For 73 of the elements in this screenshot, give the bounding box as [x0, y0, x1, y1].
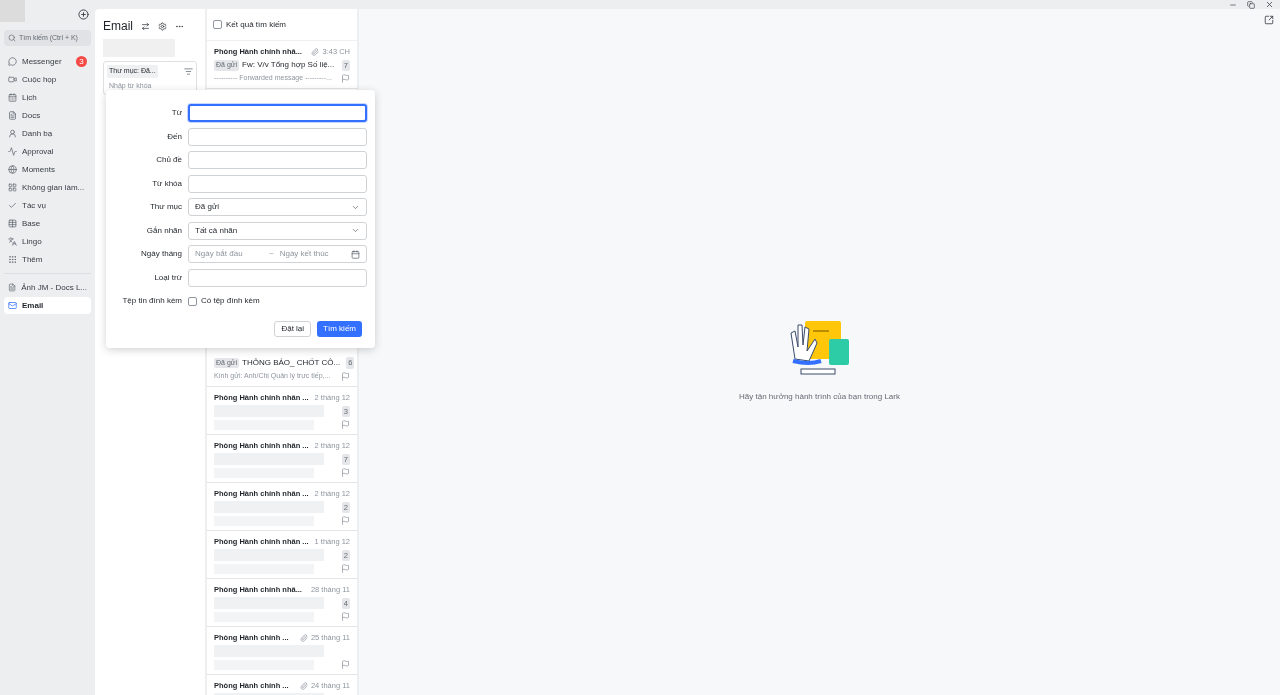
field-label: Gắn nhãn [145, 224, 182, 237]
field-label: Từ [170, 107, 182, 119]
field-label: Loại trừ [153, 271, 182, 284]
sidebar-item[interactable]: Email [4, 297, 91, 314]
flag-icon[interactable] [341, 468, 350, 478]
sidebar-item[interactable]: Moments [4, 161, 91, 178]
field-label: Ngày tháng [140, 248, 182, 260]
filter-icon[interactable] [184, 66, 193, 76]
unread-count: 3 [76, 56, 87, 67]
check-icon [8, 201, 17, 210]
restore-icon[interactable] [1247, 0, 1255, 9]
grid-icon [8, 183, 17, 192]
sidebar-item[interactable]: Messenger 3 [4, 53, 91, 70]
calendar-icon [8, 93, 17, 102]
chat-bubble-icon [8, 57, 17, 66]
checkbox[interactable] [213, 20, 222, 29]
text-field[interactable] [188, 104, 367, 122]
mail-icon [8, 301, 17, 310]
swap-icon[interactable] [141, 21, 150, 31]
dropdown-field[interactable]: Đã gửi [188, 198, 367, 216]
dropdown-field[interactable]: Tất cả nhãn [188, 221, 367, 240]
sidebar-item[interactable]: Ảnh JM - Docs L... [4, 279, 91, 296]
search-icon [8, 34, 16, 42]
message-subject: Fw: V/v Tổng hợp Số liệ... [242, 59, 335, 72]
pulse-icon [8, 147, 17, 156]
field-label: Chủ đề [155, 154, 182, 166]
globe-icon [8, 165, 17, 174]
flag-icon[interactable] [341, 420, 350, 430]
close-icon[interactable] [1265, 0, 1274, 9]
add-icon[interactable] [78, 9, 89, 20]
sidebar-item[interactable]: Lingo [4, 233, 91, 250]
sidebar-item[interactable]: Danh bạ [4, 125, 91, 142]
dots-grid-icon [8, 255, 17, 264]
reset-button[interactable]: Đặt lại [274, 321, 312, 337]
panel-title: Email [103, 18, 133, 35]
paperclip-icon [299, 633, 308, 642]
field-label: Tệp tin đính kèm [121, 295, 182, 307]
document-icon [8, 111, 17, 120]
flag-icon[interactable] [341, 74, 350, 84]
paperclip-icon [299, 681, 308, 690]
calendar-icon [351, 249, 360, 259]
checkbox-label: Kết quả tìm kiếm [226, 18, 287, 31]
sidebar-item[interactable]: Docs [4, 107, 91, 124]
flag-icon[interactable] [341, 372, 350, 381]
waving-hand-illustration [788, 321, 851, 377]
field-label: Thư mục [148, 201, 182, 213]
settings-icon[interactable] [158, 21, 167, 31]
sidebar-item[interactable]: Tác vụ [4, 197, 91, 214]
checkbox-label: Có tệp đính kèm [201, 295, 260, 307]
sidebar-item[interactable]: Base [4, 215, 91, 232]
sidebar-item[interactable]: Approval [4, 143, 91, 160]
sidebar-item[interactable]: Thêm [4, 251, 91, 268]
flag-icon[interactable] [341, 564, 350, 574]
popout-icon[interactable] [1264, 15, 1274, 25]
flag-icon[interactable] [341, 612, 350, 622]
sidebar-item[interactable]: Cuộc họp [4, 71, 91, 88]
field-label: Đến [166, 130, 182, 143]
sidebar-item[interactable]: Lịch [4, 89, 91, 106]
person-icon [8, 129, 17, 138]
chevron-icon [351, 226, 360, 235]
message-subject: THÔNG BÁO_ CHỐT CÔ... [242, 357, 341, 369]
paperclip-icon [311, 47, 320, 56]
document-icon [8, 283, 17, 292]
video-camera-icon [8, 75, 17, 84]
translate-icon [8, 237, 17, 246]
checkbox[interactable] [188, 296, 197, 306]
sidebar-item[interactable]: Không gian làm... [4, 179, 91, 196]
search-button[interactable]: Tìm kiếm [317, 321, 362, 337]
flag-icon[interactable] [341, 516, 350, 526]
field-label: Từ khóa [151, 177, 182, 190]
flag-icon[interactable] [341, 660, 350, 670]
empty-state-message: Hãy tận hưởng hành trình của bạn trong Lark [739, 391, 900, 403]
table-icon [8, 219, 17, 228]
